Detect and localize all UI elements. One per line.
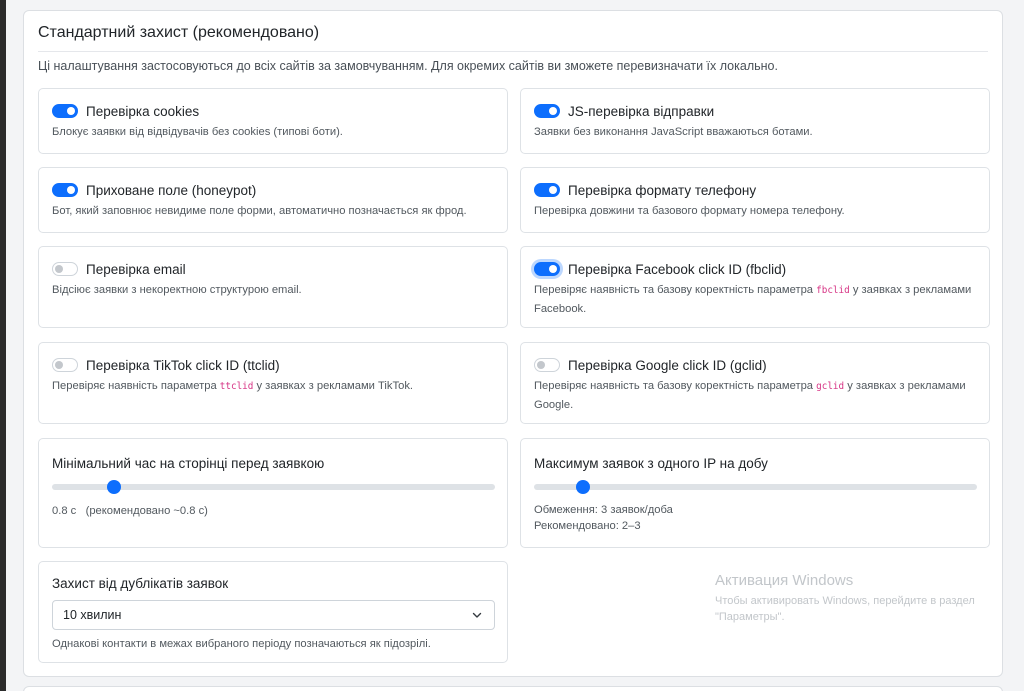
max-per-ip-label: Максимум заявок з одного IP на добу — [534, 456, 768, 471]
cookies-description: Блокує заявки від відвідувачів без cooki… — [52, 126, 343, 138]
duplicates-label: Захист від дублікатів заявок — [52, 576, 229, 591]
gclid-toggle[interactable] — [534, 358, 560, 372]
ttclid-param: ttclid — [219, 381, 254, 392]
ttclid-toggle[interactable] — [52, 358, 78, 372]
min-time-slider[interactable] — [52, 480, 495, 494]
phone-format-toggle[interactable] — [534, 183, 560, 197]
check-card-gclid: Перевірка Google click ID (gclid) Переві… — [520, 342, 990, 424]
section-divider — [38, 51, 988, 52]
check-card-email: Перевірка email Відсіює заявки з некорек… — [38, 246, 508, 328]
honeypot-title: Приховане поле (honeypot) — [86, 182, 257, 198]
cookies-title: Перевірка cookies — [86, 103, 200, 119]
honeypot-description: Бот, який заповнює невидиме поле форми, … — [52, 205, 467, 217]
phone-format-description: Перевірка довжини та базового формату но… — [534, 205, 845, 217]
min-time-slider-thumb[interactable] — [107, 480, 122, 494]
check-card-fbclid: Перевірка Facebook click ID (fbclid) Пер… — [520, 246, 990, 328]
duplicates-period-select[interactable]: 10 хвилин — [52, 600, 495, 630]
check-card-phone: Перевірка формату телефону Перевірка дов… — [520, 167, 990, 233]
email-check-description: Відсіює заявки з некоректною структурою … — [52, 284, 302, 296]
fbclid-title: Перевірка Facebook click ID (fbclid) — [568, 261, 787, 277]
js-check-description: Заявки без виконання JavaScript вважають… — [534, 126, 813, 138]
duplicates-hint: Однакові контакти в межах вибраного пері… — [52, 638, 431, 650]
section-description: Ці налаштування застосовуються до всіх с… — [38, 59, 778, 73]
check-card-honeypot: Приховане поле (honeypot) Бот, який запо… — [38, 167, 508, 233]
max-per-ip-slider[interactable] — [534, 480, 977, 494]
min-time-value: 0.8 с — [52, 505, 77, 517]
ttclid-title: Перевірка TikTok click ID (ttclid) — [86, 357, 280, 373]
ttclid-description: Перевіряє наявність параметра ttclid у з… — [52, 380, 414, 392]
gclid-description: Перевіряє наявність та базову коректніст… — [534, 380, 966, 411]
check-card-js: JS-перевірка відправки Заявки без викона… — [520, 88, 990, 154]
honeypot-toggle[interactable] — [52, 183, 78, 197]
check-card-cookies: Перевірка cookies Блокує заявки від відв… — [38, 88, 508, 154]
fbclid-param: fbclid — [816, 285, 850, 296]
max-per-ip-slider-thumb[interactable] — [575, 480, 590, 494]
max-per-ip-limit: Обмеження: 3 заявок/доба — [534, 504, 673, 516]
fbclid-description: Перевіряє наявність та базову коректніст… — [534, 284, 972, 315]
phone-format-title: Перевірка формату телефону — [568, 182, 757, 198]
cookies-toggle[interactable] — [52, 104, 78, 118]
gclid-title: Перевірка Google click ID (gclid) — [568, 357, 767, 373]
email-check-title: Перевірка email — [86, 261, 186, 277]
fbclid-toggle[interactable] — [534, 262, 560, 276]
windows-activation-subtitle: Чтобы активировать Windows, перейдите в … — [715, 595, 975, 623]
min-time-card: Мінімальний час на сторінці перед заявко… — [38, 438, 508, 548]
standard-protection-panel: Стандартний захист (рекомендовано) Ці на… — [23, 10, 1003, 677]
duplicates-selected-value: 10 хвилин — [63, 608, 122, 622]
duplicates-card: Захист від дублікатів заявок 10 хвилин О… — [38, 561, 508, 663]
check-card-ttclid: Перевірка TikTok click ID (ttclid) Перев… — [38, 342, 508, 424]
js-check-title: JS-перевірка відправки — [568, 103, 715, 119]
min-time-recommended: (рекомендовано ~0.8 с) — [85, 505, 208, 517]
min-time-label: Мінімальний час на сторінці перед заявко… — [52, 456, 325, 471]
gclid-param: gclid — [816, 381, 845, 392]
email-check-toggle[interactable] — [52, 262, 78, 276]
max-per-ip-recommended: Рекомендовано: 2–3 — [534, 520, 641, 532]
max-per-ip-card: Максимум заявок з одного IP на добу Обме… — [520, 438, 990, 548]
min-time-value-line: 0.8 с (рекомендовано ~0.8 с) — [52, 504, 208, 519]
section-title: Стандартний захист (рекомендовано) — [38, 24, 320, 41]
chevron-down-icon — [472, 612, 482, 618]
next-panel-edge — [23, 686, 1003, 691]
js-check-toggle[interactable] — [534, 104, 560, 118]
windows-activation-title: Активация Windows — [715, 572, 854, 589]
